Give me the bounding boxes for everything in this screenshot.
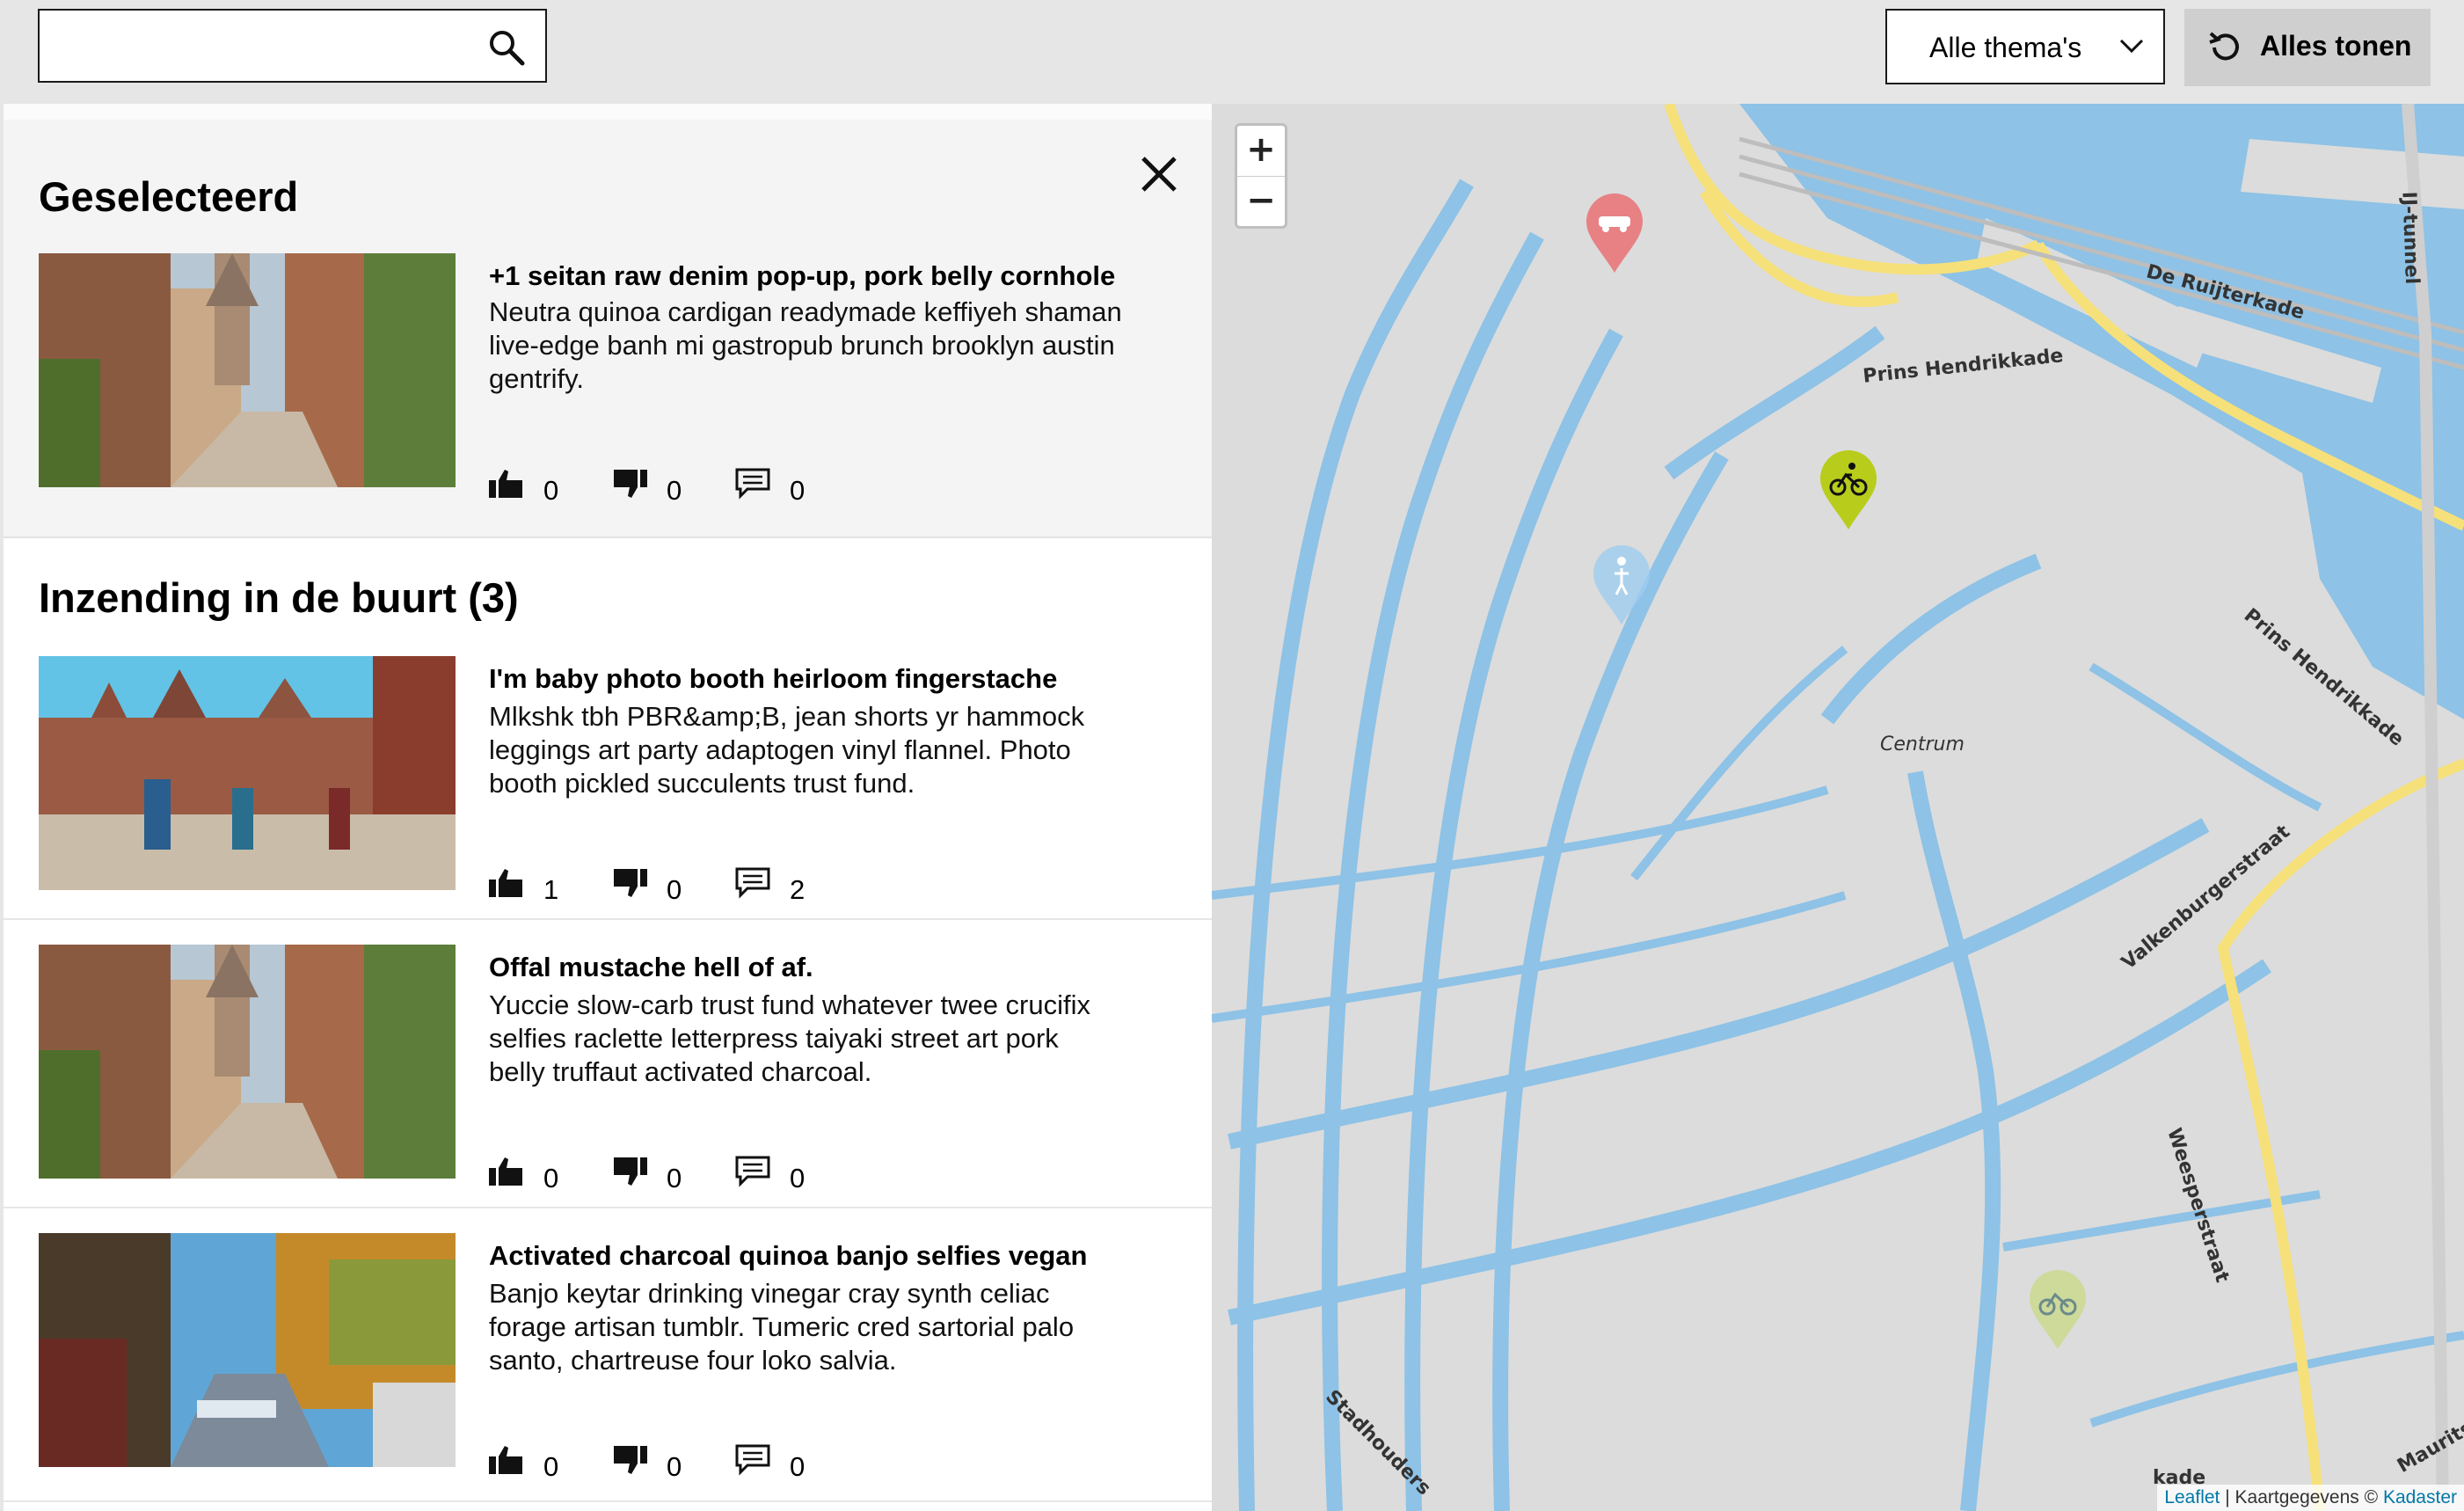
search-box[interactable] [38,9,547,83]
divider [4,1500,1212,1502]
leaflet-link[interactable]: Leaflet [2164,1487,2220,1507]
photo-street-church [39,253,456,487]
zoom-control: + − [1235,123,1287,229]
theme-filter-select[interactable]: Alle thema's [1885,9,2165,84]
reset-icon [2209,32,2239,61]
thumbs-up-icon [489,1157,522,1186]
dislike-count: 0 [667,1451,682,1482]
photo-canal [39,1233,456,1467]
photo-market-square [39,656,456,890]
theme-filter-value: Alle thema's [1929,32,2082,63]
photo-street-church [39,945,456,1179]
item-title: I'm baby photo booth heirloom fingerstac… [489,663,1058,694]
item-stats: 0 0 0 [489,1152,858,1196]
show-all-button[interactable]: Alles tonen [2184,9,2431,86]
comment-count: 2 [790,874,806,905]
chevron-down-icon [2119,39,2144,54]
map[interactable]: De Ruijterkade Prins Hendrikkade Prins H… [1212,104,2464,1511]
submissions-panel: Geselecteerd +1 seitan raw denim pop-up,… [4,104,1212,1511]
thumbs-down-icon [614,470,647,498]
comment-count: 0 [790,1451,806,1482]
item-description: Yuccie slow-carb trust fund whatever twe… [489,989,1090,1087]
thumbs-down-icon [614,1157,647,1186]
item-stats: 0 0 0 [489,464,858,508]
like-count: 0 [543,475,559,506]
like-count: 0 [543,1163,559,1193]
pedestrian-marker-icon[interactable] [1590,544,1653,626]
car-marker-icon[interactable] [1583,192,1646,274]
comment-icon [735,468,770,500]
thumbs-up-icon [489,1446,522,1474]
comment-count: 0 [790,475,806,506]
bicycle-marker-faded-icon[interactable] [2026,1268,2089,1351]
kadaster-link[interactable]: Kadaster [2383,1487,2457,1507]
search-input[interactable] [54,23,479,70]
item-stats: 0 0 0 [489,1441,858,1485]
comment-icon [735,867,770,899]
dislike-count: 0 [667,1163,682,1193]
bicycle-marker-icon[interactable] [1817,449,1880,531]
item-description: Neutra quinoa cardigan readymade keffiye… [489,296,1122,394]
map-attribution: Leaflet | Kaartgegevens © Kadaster [2157,1485,2464,1511]
item-stats: 1 0 2 [489,864,858,908]
comment-count: 0 [790,1163,806,1193]
divider [4,918,1212,920]
thumbs-down-icon [614,869,647,897]
thumbs-up-icon [489,869,522,897]
item-title: Activated charcoal quinoa banjo selfies … [489,1240,1088,1271]
item-description: Banjo keytar drinking vinegar cray synth… [489,1278,1075,1376]
divider [4,1207,1212,1208]
attribution-text: | Kaartgegevens © [2220,1487,2383,1507]
item-title: Offal mustache hell of af. [489,952,813,982]
like-count: 0 [543,1451,559,1482]
item-title: +1 seitan raw denim pop-up, pork belly c… [489,260,1116,291]
thumbs-up-icon [489,470,522,498]
dislike-count: 0 [667,874,682,905]
dislike-count: 0 [667,475,682,506]
like-count: 1 [543,874,559,905]
zoom-out-button[interactable]: − [1237,177,1285,227]
close-icon[interactable] [1138,153,1180,195]
comment-icon [735,1156,770,1187]
zoom-in-button[interactable]: + [1237,126,1285,177]
street-label: IJ-tunnel [2397,191,2424,285]
item-description: Mlkshk tbh PBR&amp;B, jean shorts yr ham… [489,701,1085,799]
section-title-selected: Geselecteerd [39,173,299,220]
top-bar: Alle thema's Alles tonen [0,0,2464,104]
selected-section: Geselecteerd +1 seitan raw denim pop-up,… [4,120,1212,538]
search-icon[interactable] [487,28,526,67]
show-all-label: Alles tonen [2260,30,2412,62]
section-title-nearby: Inzending in de buurt (3) [39,574,519,621]
thumbs-down-icon [614,1446,647,1474]
street-label: Centrum [1880,734,1965,756]
comment-icon [735,1444,770,1476]
